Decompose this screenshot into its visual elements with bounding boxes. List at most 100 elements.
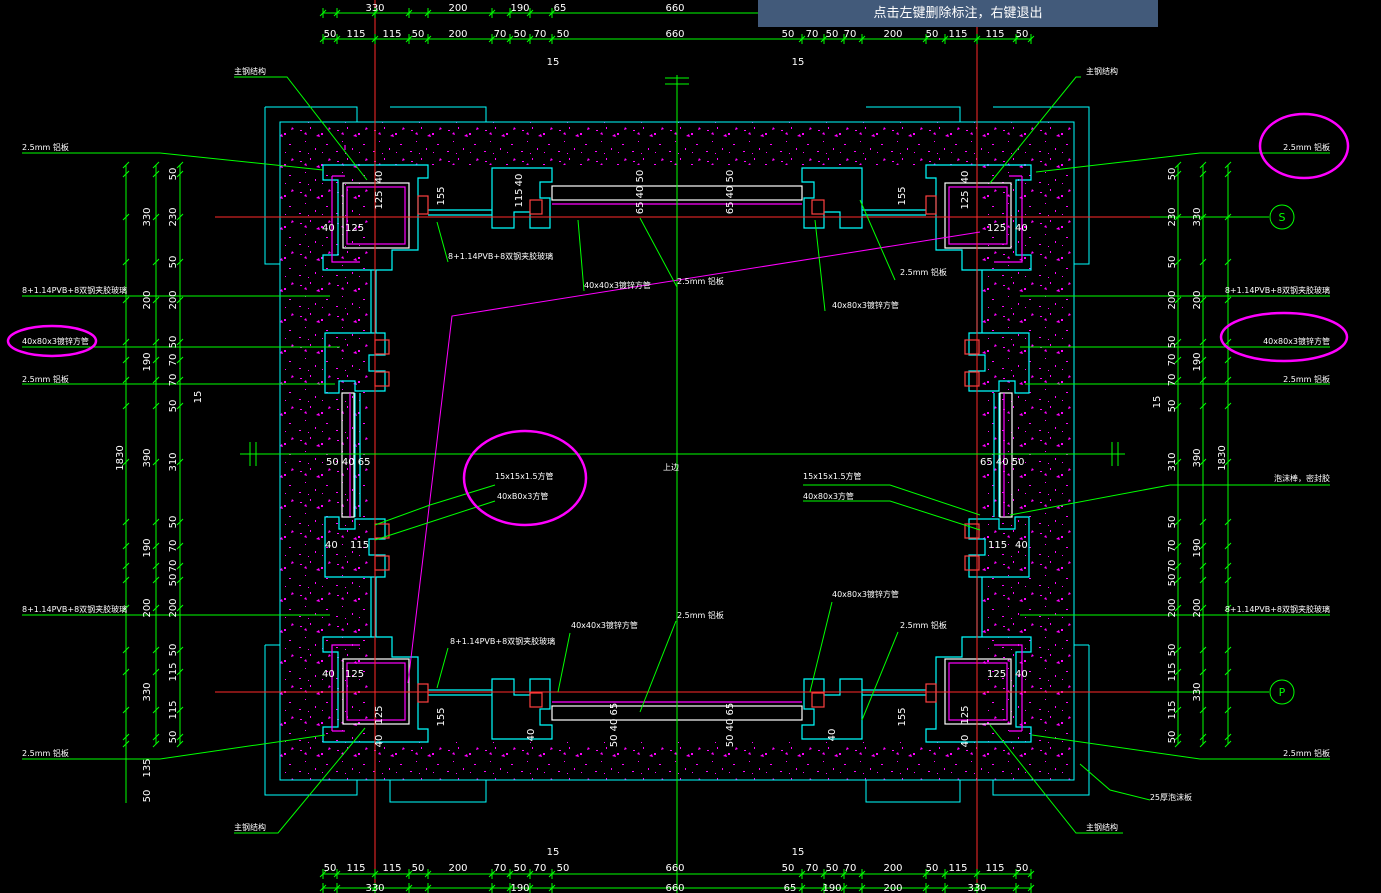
svg-text:190: 190 bbox=[510, 883, 529, 893]
label-glass-tr: 8+1.14PVB+8双钢夹胶玻璃 bbox=[1225, 285, 1330, 295]
svg-text:330: 330 bbox=[365, 3, 384, 14]
dim-text: 70 bbox=[168, 354, 179, 367]
label-tube40-bottom: 40x40x3镀锌方管 bbox=[571, 620, 638, 630]
label-tube-left: 40x80x3镀锌方管 bbox=[22, 336, 89, 346]
dim-text: 50 bbox=[926, 29, 939, 40]
dim-text: 70 bbox=[806, 29, 819, 40]
dim-text: 50 bbox=[168, 574, 179, 587]
svg-text:50 40 65: 50 40 65 bbox=[725, 703, 736, 748]
dim-text: 50 bbox=[168, 644, 179, 657]
dim-text: 50 bbox=[557, 29, 570, 40]
dim-text: 50 bbox=[514, 863, 527, 874]
svg-text:40: 40 bbox=[374, 171, 385, 184]
svg-text:40: 40 bbox=[374, 735, 385, 748]
dim-text: 660 bbox=[665, 863, 684, 874]
dim-text: 115 bbox=[382, 863, 401, 874]
dim-text: 50 bbox=[826, 863, 839, 874]
dim-text: 50 bbox=[782, 29, 795, 40]
label-tube40-top: 40x40x3镀锌方管 bbox=[584, 280, 651, 290]
dim-text: 50 bbox=[1016, 863, 1029, 874]
svg-text:40: 40 bbox=[526, 729, 537, 742]
dim-text: 50 bbox=[1167, 400, 1178, 413]
label-glass-br: 8+1.14PVB+8双钢夹胶玻璃 bbox=[1225, 604, 1330, 614]
dim-text: 50 bbox=[1167, 574, 1178, 587]
dim-text: 70 bbox=[1167, 560, 1178, 573]
dim-text: 115 bbox=[985, 29, 1004, 40]
label-al-mr: 2.5mm 铝板 bbox=[1283, 374, 1330, 384]
dim-text: 50 bbox=[1167, 336, 1178, 349]
svg-text:115: 115 bbox=[988, 540, 1007, 551]
svg-text:125: 125 bbox=[987, 223, 1006, 234]
dim-text: 50 bbox=[168, 256, 179, 269]
svg-text:115: 115 bbox=[350, 540, 369, 551]
svg-text:155: 155 bbox=[897, 186, 908, 205]
dim-text: 50 bbox=[1016, 29, 1029, 40]
label-sq15-left: 15x15x1.5方管 bbox=[495, 471, 554, 481]
svg-text:15: 15 bbox=[547, 57, 560, 68]
dim-text: 50 bbox=[168, 336, 179, 349]
dim-text: 230 bbox=[1167, 207, 1178, 226]
dim-text: 330 bbox=[142, 207, 153, 226]
label-main-steel-tl: 主钢结构 bbox=[234, 66, 266, 76]
dim-text: 200 bbox=[883, 863, 902, 874]
dim-text: 115 bbox=[382, 29, 401, 40]
label-center: 上边 bbox=[663, 462, 679, 472]
dim-text: 190 bbox=[142, 538, 153, 557]
label-al-tl: 2.5mm 铝板 bbox=[22, 142, 69, 152]
dim-text: 200 bbox=[883, 29, 902, 40]
dim-text: 190 bbox=[1192, 538, 1203, 557]
dim-text: 50 bbox=[168, 168, 179, 181]
label-al-top: 2.5mm 铝板 bbox=[677, 276, 724, 286]
labels-center: 8+1.14PVB+8双钢夹胶玻璃 40x40x3镀锌方管 2.5mm 铝板 2… bbox=[448, 251, 947, 646]
svg-text:660: 660 bbox=[665, 883, 684, 893]
label-sealant: 泡沫棒，密封胶 bbox=[1274, 473, 1330, 483]
svg-text:125: 125 bbox=[960, 705, 971, 724]
svg-text:190: 190 bbox=[822, 883, 841, 893]
dim-text: 50 bbox=[826, 29, 839, 40]
label-al-bottom-right: 2.5mm 铝板 bbox=[900, 620, 947, 630]
dim-text: 330 bbox=[142, 682, 153, 701]
svg-text:155: 155 bbox=[436, 186, 447, 205]
dim-text: 200 bbox=[142, 598, 153, 617]
cad-drawing-canvas[interactable]: S P 330 200 190 65 660 50 115 115 50 200 70 50… bbox=[0, 0, 1381, 893]
dim-text: 115 bbox=[346, 29, 365, 40]
dim-text: 70 bbox=[494, 863, 507, 874]
svg-text:115: 115 bbox=[514, 188, 525, 207]
dim-text: 70 bbox=[806, 863, 819, 874]
dim-text: 70 bbox=[534, 863, 547, 874]
svg-text:40: 40 bbox=[1015, 540, 1028, 551]
svg-text:40: 40 bbox=[960, 171, 971, 184]
dim-text: 70 bbox=[494, 29, 507, 40]
dim-text: 330 bbox=[1192, 207, 1203, 226]
top-dims-row3: 15 15 bbox=[547, 57, 805, 68]
top-dims-row1: 330 200 190 65 660 bbox=[365, 3, 684, 14]
label-tube80-top: 40x80x3镀锌方管 bbox=[832, 300, 899, 310]
dim-text: 50 bbox=[142, 790, 153, 803]
dim-text: 115 bbox=[346, 863, 365, 874]
svg-text:155: 155 bbox=[436, 707, 447, 726]
label-glass-bottom: 8+1.14PVB+8双钢夹胶玻璃 bbox=[450, 636, 555, 646]
label-foam: 25厚泡沫板 bbox=[1150, 792, 1192, 802]
dim-text: 115 bbox=[948, 863, 967, 874]
label-al-bl: 2.5mm 铝板 bbox=[22, 748, 69, 758]
dim-text: 200 bbox=[1167, 290, 1178, 309]
dim-text: 200 bbox=[142, 290, 153, 309]
status-tooltip: 点击左键删除标注，右键退出 bbox=[758, 0, 1158, 27]
svg-text:40: 40 bbox=[1015, 223, 1028, 234]
dim-text: 70 bbox=[844, 863, 857, 874]
svg-text:125: 125 bbox=[374, 190, 385, 209]
left-dims-outer: 1830 15 bbox=[115, 391, 204, 471]
dim-text: 50 bbox=[412, 863, 425, 874]
svg-text:15: 15 bbox=[792, 57, 805, 68]
svg-text:200: 200 bbox=[448, 3, 467, 14]
svg-text:65 40 50: 65 40 50 bbox=[725, 170, 736, 215]
left-dims-inner: 5023050200507070503105070705020050115115… bbox=[168, 168, 179, 744]
labels-right: 主钢结构 2.5mm 铝板 8+1.14PVB+8双钢夹胶玻璃 40x80x3镀… bbox=[1086, 66, 1330, 832]
dim-text: 115 bbox=[168, 700, 179, 719]
svg-text:40: 40 bbox=[322, 669, 335, 680]
dim-text: 115 bbox=[985, 863, 1004, 874]
axis-label-s: S bbox=[1279, 211, 1286, 224]
svg-text:15: 15 bbox=[1152, 396, 1163, 409]
dim-text: 115 bbox=[948, 29, 967, 40]
axis-marker-p: P bbox=[1269, 679, 1295, 705]
